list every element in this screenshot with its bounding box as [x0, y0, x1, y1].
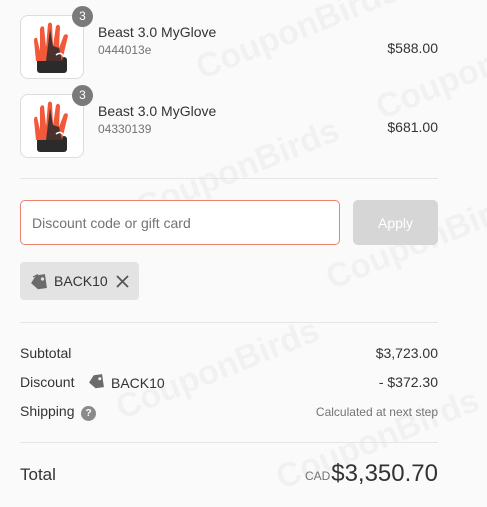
divider [20, 322, 438, 323]
tag-icon [88, 374, 105, 392]
product-sku: 04330139 [98, 122, 152, 136]
discount-value: - $372.30 [378, 374, 438, 390]
total-value: $3,350.70 [331, 460, 438, 487]
divider [20, 178, 438, 179]
subtotal-label: Subtotal [20, 345, 72, 361]
product-thumbnail: 3 [20, 6, 93, 79]
product-thumbnail: 3 [20, 85, 93, 158]
divider [20, 442, 438, 443]
product-name: Beast 3.0 MyGlove [98, 103, 217, 119]
product-sku: 0444013e [98, 43, 152, 57]
applied-discount-tag: BACK10 [20, 262, 139, 300]
subtotal-value: $3,723.00 [375, 345, 438, 361]
shipping-value: Calculated at next step [315, 405, 438, 419]
currency-code: CAD [305, 469, 331, 483]
product-price: $588.00 [387, 40, 438, 56]
shipping-row: Shipping ? Calculated at next step [20, 403, 438, 423]
discount-code-input[interactable] [20, 200, 340, 245]
close-icon[interactable] [116, 275, 129, 293]
quantity-badge: 3 [72, 6, 93, 27]
cart-item: 3 Beast 3.0 MyGlove 04330139 $681.00 [20, 85, 438, 158]
product-name: Beast 3.0 MyGlove [98, 24, 217, 40]
total-label: Total [20, 465, 56, 484]
discount-code-label: BACK10 [111, 375, 165, 391]
discount-label: Discount [20, 374, 75, 390]
apply-button[interactable]: Apply [353, 200, 438, 245]
subtotal-row: Subtotal $3,723.00 [20, 345, 438, 365]
quantity-badge: 3 [72, 85, 93, 106]
product-price: $681.00 [387, 119, 438, 135]
shipping-label: Shipping [20, 403, 75, 419]
discount-row: Discount BACK10 - $372.30 [20, 374, 438, 394]
discount-code-chip: BACK10 [88, 374, 165, 392]
tag-icon [30, 273, 48, 295]
cart-item: 3 Beast 3.0 MyGlove 0444013e $588.00 [20, 6, 438, 79]
help-icon[interactable]: ? [81, 406, 96, 421]
applied-discount-label: BACK10 [54, 273, 108, 289]
